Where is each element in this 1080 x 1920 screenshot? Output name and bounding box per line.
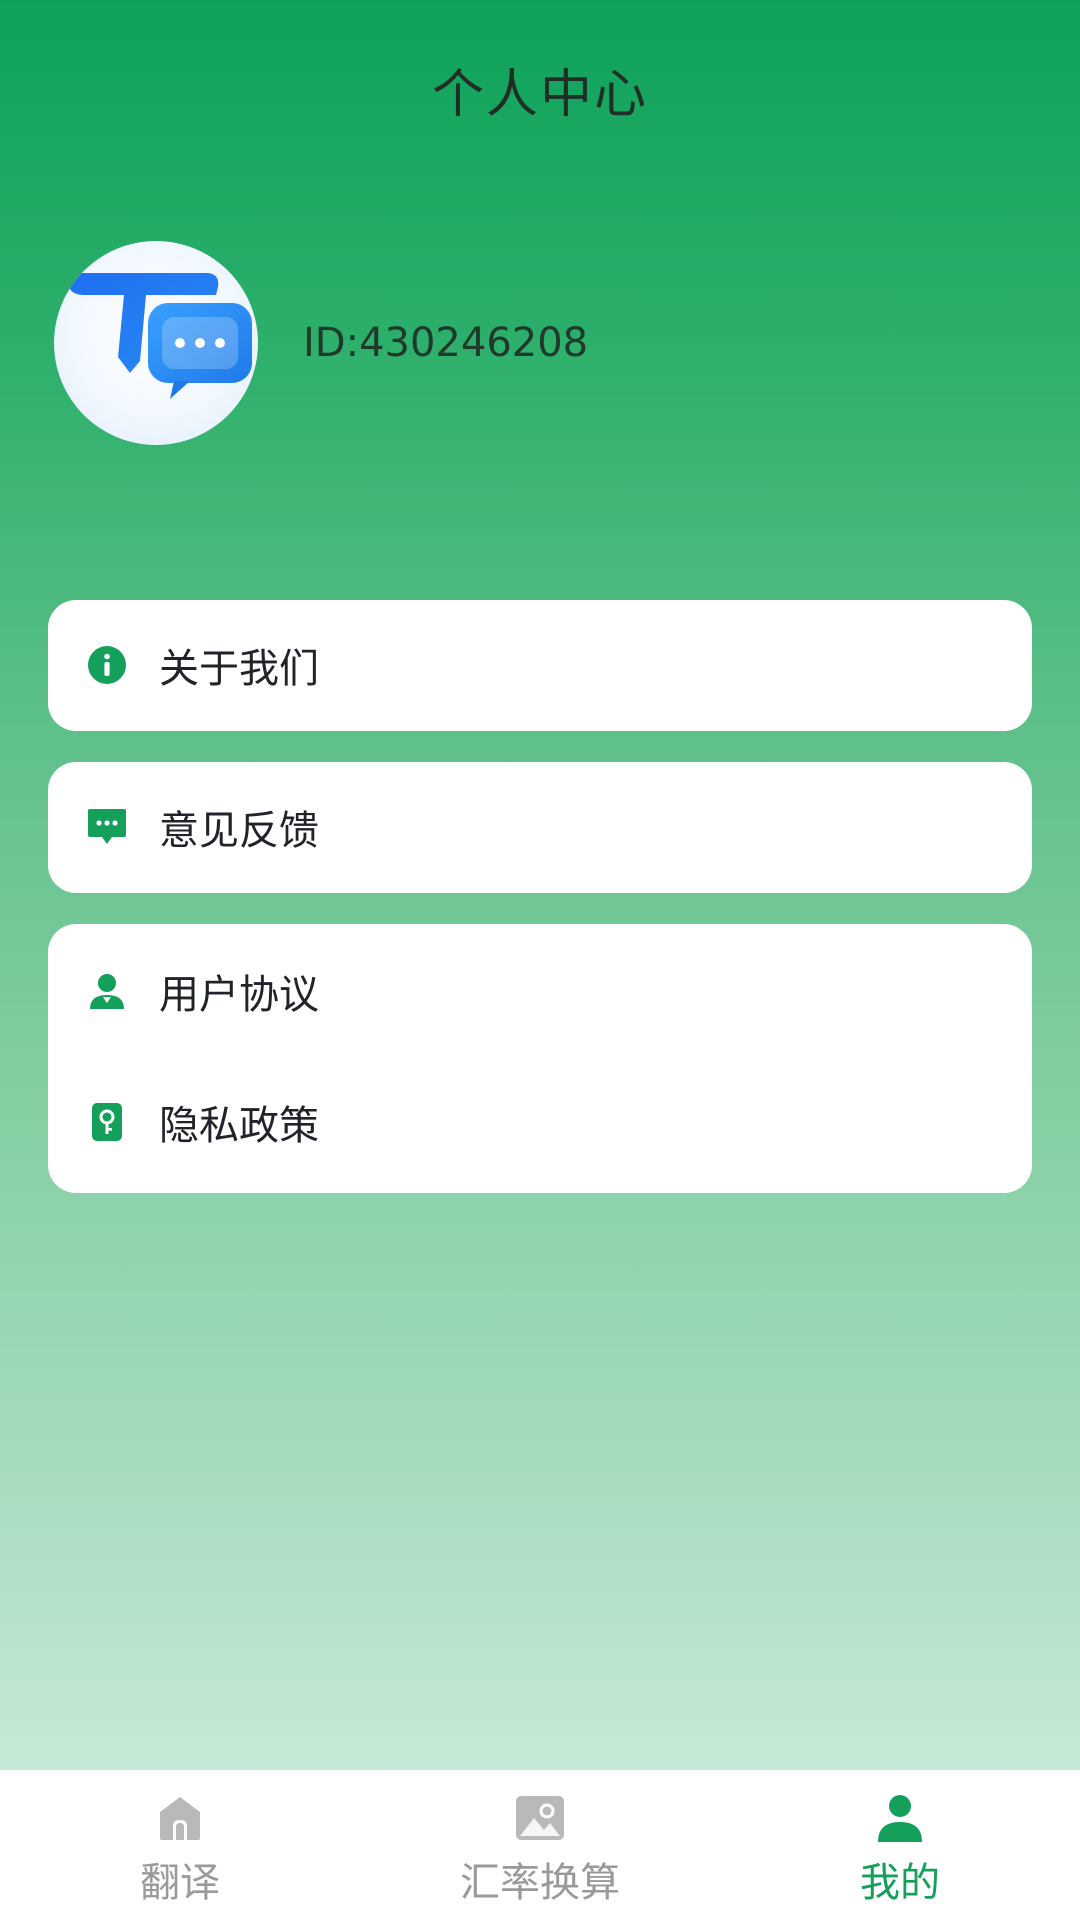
nav-label: 汇率换算: [460, 1860, 620, 1906]
menu-item-about[interactable]: 关于我们: [48, 615, 1032, 715]
feedback-card: 意见反馈: [48, 762, 1032, 893]
nav-label: 翻译: [140, 1860, 220, 1906]
menu-item-label: 关于我们: [159, 646, 319, 692]
nav-label: 我的: [860, 1860, 940, 1906]
menu-item-label: 用户协议: [159, 972, 319, 1018]
about-card: 关于我们: [48, 600, 1032, 731]
person-icon: [878, 1795, 922, 1842]
translate-chat-logo-icon: [68, 273, 252, 399]
message-icon: [86, 806, 128, 848]
user-icon: [86, 970, 128, 1012]
user-id: ID:430246208: [303, 320, 589, 366]
info-icon: [86, 644, 128, 686]
nav-item-mine[interactable]: 我的: [720, 1770, 1080, 1920]
menu-item-privacy-policy[interactable]: 隐私政策: [48, 1072, 1032, 1172]
menu-item-user-agreement[interactable]: 用户协议: [48, 941, 1032, 1041]
image-icon: [516, 1796, 564, 1840]
bottom-nav: 翻译 汇率换算 我的: [0, 1770, 1080, 1920]
nav-item-translate[interactable]: 翻译: [0, 1770, 360, 1920]
avatar[interactable]: [54, 241, 258, 445]
key-icon: [86, 1101, 128, 1143]
home-icon: [160, 1797, 200, 1840]
nav-item-exchange-rate[interactable]: 汇率换算: [360, 1770, 720, 1920]
menu-item-label: 意见反馈: [159, 808, 319, 854]
legal-card: 用户协议 隐私政策: [48, 924, 1032, 1193]
menu-item-feedback[interactable]: 意见反馈: [48, 777, 1032, 877]
menu-item-label: 隐私政策: [159, 1103, 319, 1149]
page-title: 个人中心: [431, 65, 648, 125]
